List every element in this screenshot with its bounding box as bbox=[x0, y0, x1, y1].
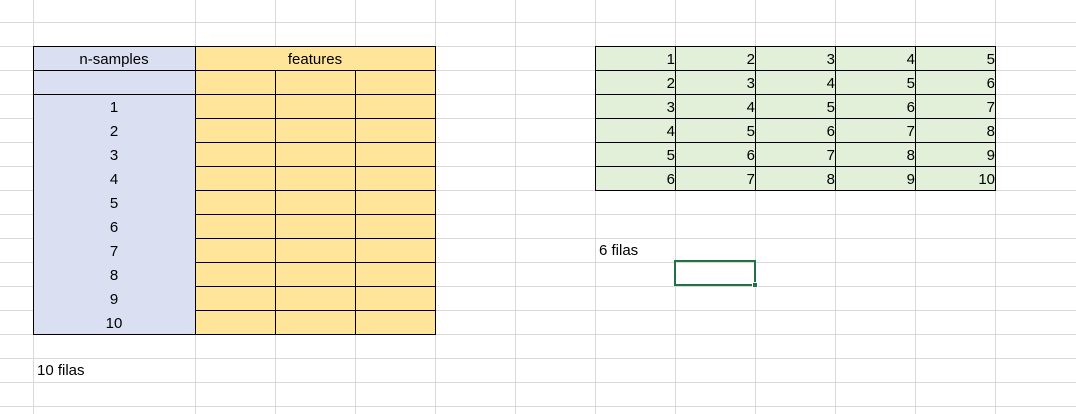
cell[interactable]: 6 bbox=[595, 167, 679, 191]
cell[interactable]: 2 bbox=[675, 47, 759, 71]
cell[interactable]: 5 bbox=[595, 143, 679, 167]
cell[interactable]: 5 bbox=[675, 119, 759, 143]
cell[interactable]: 4 bbox=[755, 71, 839, 95]
cell[interactable]: 3 bbox=[755, 47, 839, 71]
cell[interactable]: 6 bbox=[835, 95, 919, 119]
cell[interactable]: 2 bbox=[595, 71, 679, 95]
cell[interactable]: 7 bbox=[835, 119, 919, 143]
cell[interactable]: 4 bbox=[675, 95, 759, 119]
row-label-7[interactable]: 7 bbox=[33, 239, 195, 263]
row-label-9[interactable]: 9 bbox=[33, 287, 195, 311]
cell[interactable]: 5 bbox=[835, 71, 919, 95]
cell[interactable]: 10 bbox=[915, 167, 999, 191]
selected-cell[interactable] bbox=[674, 260, 756, 286]
row-label-5[interactable]: 5 bbox=[33, 191, 195, 215]
cell[interactable]: 5 bbox=[915, 47, 999, 71]
cell[interactable]: 1 bbox=[595, 47, 679, 71]
cell[interactable]: 9 bbox=[915, 143, 999, 167]
cell[interactable]: 8 bbox=[755, 167, 839, 191]
left-note[interactable]: 10 filas bbox=[37, 362, 85, 379]
cell[interactable]: 7 bbox=[755, 143, 839, 167]
row-label-2[interactable]: 2 bbox=[33, 119, 195, 143]
cell[interactable]: 8 bbox=[915, 119, 999, 143]
cell[interactable]: 4 bbox=[835, 47, 919, 71]
cell[interactable]: 9 bbox=[835, 167, 919, 191]
fill-handle[interactable] bbox=[752, 282, 758, 288]
row-label-8[interactable]: 8 bbox=[33, 263, 195, 287]
cell[interactable]: 3 bbox=[675, 71, 759, 95]
row-label-6[interactable]: 6 bbox=[33, 215, 195, 239]
cell[interactable]: 8 bbox=[835, 143, 919, 167]
cell[interactable]: 6 bbox=[755, 119, 839, 143]
header-n-samples[interactable]: n-samples bbox=[33, 47, 195, 71]
cell[interactable]: 6 bbox=[915, 71, 999, 95]
cell[interactable]: 3 bbox=[595, 95, 679, 119]
cell[interactable]: 4 bbox=[595, 119, 679, 143]
cell[interactable]: 6 bbox=[675, 143, 759, 167]
header-features[interactable]: features bbox=[195, 47, 435, 71]
cell[interactable]: 7 bbox=[675, 167, 759, 191]
cell[interactable]: 5 bbox=[755, 95, 839, 119]
right-note[interactable]: 6 filas bbox=[599, 242, 638, 259]
row-label-10[interactable]: 10 bbox=[33, 311, 195, 335]
row-label-4[interactable]: 4 bbox=[33, 167, 195, 191]
row-label-1[interactable]: 1 bbox=[33, 95, 195, 119]
row-label-3[interactable]: 3 bbox=[33, 143, 195, 167]
cell[interactable]: 7 bbox=[915, 95, 999, 119]
